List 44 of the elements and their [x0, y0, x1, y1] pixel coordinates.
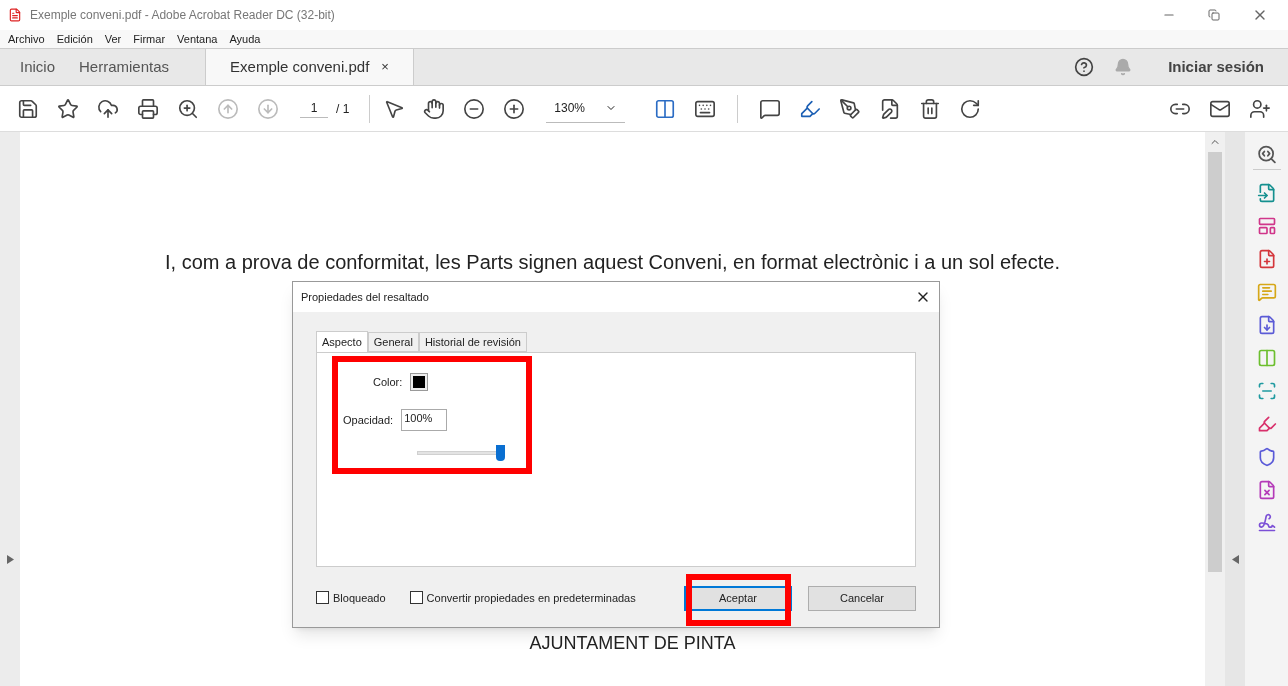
page-number-field[interactable]: 1	[300, 99, 328, 118]
collapse-triangle-icon[interactable]	[1231, 554, 1239, 564]
tab[interactable]: Herramientas	[67, 49, 182, 85]
dialog-title: Propiedades del resaltado	[301, 289, 430, 305]
checkbox[interactable]	[409, 591, 423, 605]
tab[interactable]: Exemple conveni.pdf ×	[205, 49, 414, 85]
document-paragraph: I, com a prova de conformitat, les Parts signen aquest Conveni, en format electrònic i a un sol efecte.	[164, 250, 1061, 275]
page-total: / 1	[336, 100, 350, 118]
dialog-tab[interactable]: Historial de revisión	[418, 332, 527, 352]
color-swatch[interactable]	[410, 373, 429, 391]
sign-in-button[interactable]: Iniciar sesión	[1168, 55, 1264, 79]
slider-thumb[interactable]	[496, 445, 505, 461]
dialog-tab[interactable]: General	[367, 332, 419, 352]
dialog-button[interactable]: Cancelar	[808, 585, 916, 611]
checkbox-label[interactable]: Bloqueado	[316, 589, 386, 607]
menu-item[interactable]: Ventana	[177, 30, 218, 48]
document-paragraph: AJUNTAMENT DE PINTA	[528, 632, 737, 655]
help-icon[interactable]	[1074, 57, 1095, 77]
zoom-dropdown[interactable]: 130%	[546, 94, 626, 123]
layout-icon[interactable]	[1256, 216, 1277, 236]
signature-icon[interactable]	[1256, 513, 1277, 533]
menu-item[interactable]: Archivo	[8, 30, 45, 48]
restore-icon[interactable]	[1208, 9, 1220, 21]
color-label: Color:	[373, 374, 403, 390]
window-title: Exemple conveni.pdf - Adobe Acrobat Reader DC (32-bit)	[30, 7, 335, 24]
tab[interactable]: Inicio	[8, 49, 68, 85]
menu-item[interactable]: Ver	[104, 30, 122, 48]
file-arrow-icon[interactable]	[1256, 183, 1277, 203]
menu-item[interactable]: Edición	[56, 30, 93, 48]
checkbox-label[interactable]: Convertir propiedades en predeterminadas	[409, 589, 636, 607]
expand-triangle-icon[interactable]	[6, 554, 14, 564]
checkbox[interactable]	[316, 591, 329, 605]
opacity-field[interactable]: 100%	[401, 409, 448, 431]
scan-icon[interactable]	[1256, 381, 1277, 401]
marker-icon[interactable]	[1256, 414, 1277, 434]
zoom-icon[interactable]	[1252, 144, 1281, 170]
pdf-app-icon	[8, 8, 22, 22]
menu-item[interactable]: Ayuda	[229, 30, 261, 48]
opacity-slider[interactable]	[417, 445, 505, 461]
menu-item[interactable]: Firmar	[133, 30, 166, 48]
opacity-label: Opacidad:	[343, 412, 394, 428]
dialog-tab[interactable]: Aspecto	[316, 331, 368, 353]
tab-close-icon[interactable]: ×	[381, 57, 389, 77]
scrollbar-thumb[interactable]	[1208, 152, 1222, 572]
